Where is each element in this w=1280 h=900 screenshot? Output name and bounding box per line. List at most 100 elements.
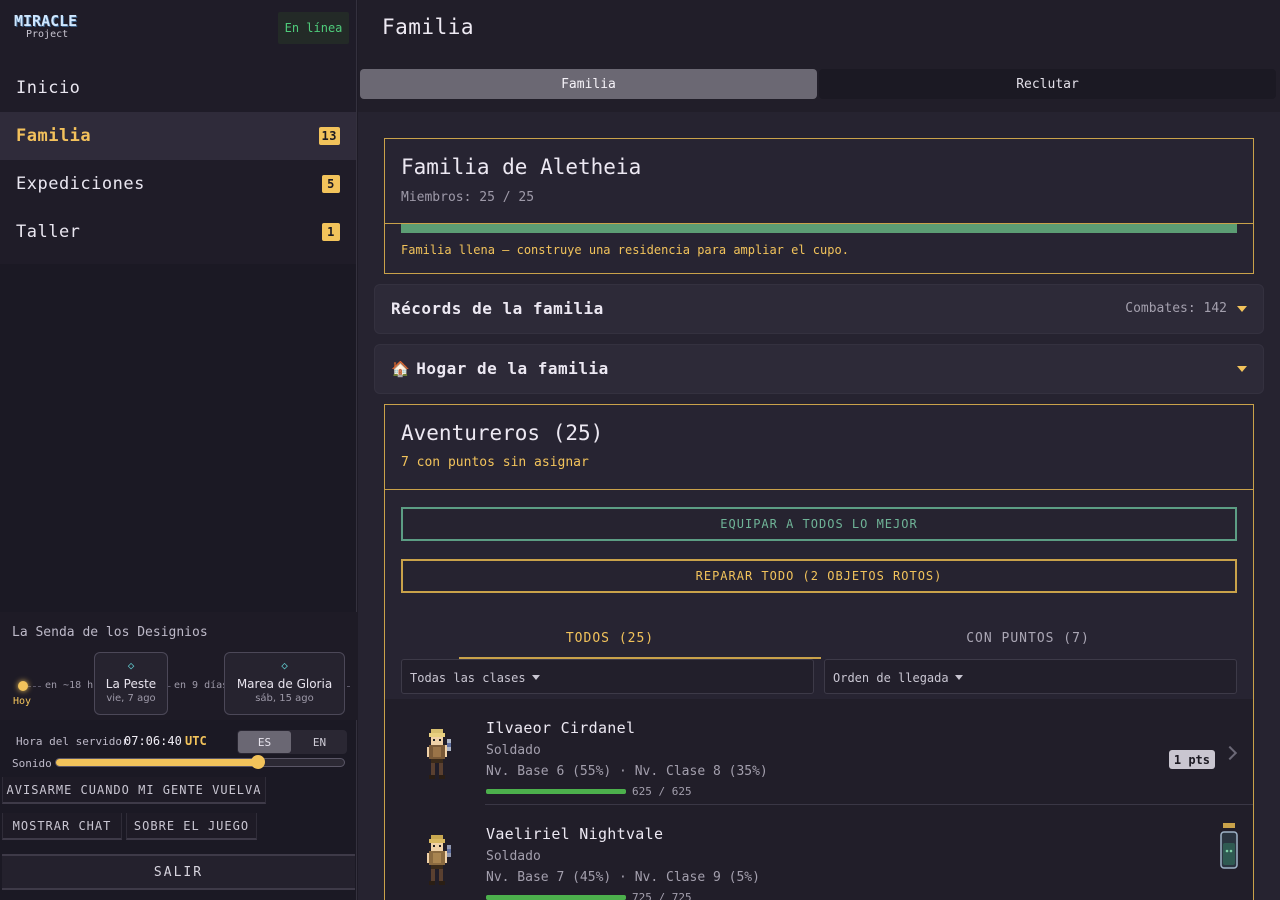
equip-all-best-button[interactable]: EQUIPAR A TODOS LO MEJOR [401, 507, 1237, 541]
today-marker-icon [18, 681, 28, 691]
tab-todos[interactable]: TODOS (25) [401, 617, 821, 659]
diamond-icon: ◇ [127, 659, 135, 672]
sort-order-select[interactable]: Orden de llegada [824, 659, 1237, 694]
tab-reclutar[interactable]: Reclutar [819, 69, 1276, 99]
show-chat-button[interactable]: MOSTRAR CHAT [2, 813, 122, 840]
family-capacity-bar-fill [401, 224, 1237, 233]
hp-bar-fill [486, 789, 626, 794]
soldier-sprite-icon [427, 835, 451, 885]
combat-count: Combates: 142 [1125, 301, 1227, 316]
language-toggle: ES EN [237, 730, 347, 754]
chevron-right-icon[interactable] [1222, 745, 1238, 761]
hp-bar [486, 789, 626, 794]
adventurer-class: Soldado [486, 849, 541, 864]
diamond-icon: ◇ [281, 659, 288, 672]
volume-slider-knob[interactable] [251, 755, 265, 769]
adventurers-title: Aventureros (25) [401, 421, 604, 445]
nav-item-label: Inicio [16, 78, 81, 98]
family-summary-card: Familia de Aletheia Miembros: 25 / 25 Fa… [384, 138, 1254, 274]
adventurer-levels: Nv. Base 7 (45%) · Nv. Clase 9 (5%) [486, 870, 760, 885]
nav-count-badge: 1 [322, 223, 340, 241]
sidebar: MIRACLE Project En línea Inicio Familia … [0, 0, 357, 900]
about-game-button[interactable]: SOBRE EL JUEGO [126, 813, 257, 840]
nav-item-label: Familia [16, 126, 92, 146]
tab-familia[interactable]: Familia [360, 69, 817, 99]
hp-text: 725 / 725 [632, 891, 692, 900]
event-name: Marea de Gloria [236, 677, 333, 691]
class-filter-select[interactable]: Todas las clases [401, 659, 814, 694]
nav-spacer [0, 256, 356, 264]
event-name: La Peste [105, 677, 157, 691]
volume-slider-fill [56, 759, 258, 766]
hp-bar-fill [486, 895, 626, 900]
adventurer-row[interactable]: Ilvaeor Cirdanel Soldado Nv. Base 6 (55%… [385, 699, 1253, 805]
lang-option-en[interactable]: EN [293, 731, 346, 753]
nav-count-badge: 13 [318, 127, 340, 145]
nav-item-label: Expediciones [16, 174, 145, 194]
caret-down-icon [1237, 306, 1247, 312]
nav-count-badge: 5 [322, 175, 340, 193]
adventurers-card: Aventureros (25) 7 con puntos sin asigna… [384, 404, 1254, 900]
family-name: Familia de Aletheia [401, 155, 642, 179]
class-filter-value: Todas las clases [410, 671, 526, 685]
logout-button[interactable]: SALIR [2, 854, 355, 890]
today-label: Hoy [13, 696, 32, 707]
adventurer-name: Ilvaeor Cirdanel [486, 719, 636, 737]
server-time-label: Hora del servidor [16, 735, 129, 748]
family-capacity-bar [401, 224, 1237, 233]
caret-down-icon [531, 675, 540, 680]
points-badge: 1 pts [1168, 750, 1215, 769]
event-card-marea-de-gloria[interactable]: ◇ Marea de Gloria sáb, 15 ago [224, 652, 345, 715]
event-date: vie, 7 ago [106, 693, 156, 704]
family-full-note: Familia llena — construye una residencia… [401, 243, 849, 257]
game-logo[interactable]: MIRACLE Project [14, 13, 84, 43]
top-tabs: Familia Reclutar [360, 69, 1280, 99]
sound-row: Sonido [0, 754, 357, 774]
brand-header: MIRACLE Project En línea [0, 0, 356, 56]
nav-item-label: Taller [16, 222, 81, 242]
timeline-gap-label: en ~18 h [43, 680, 96, 691]
volume-slider[interactable] [55, 758, 345, 767]
home-accordion[interactable]: 🏠 Hogar de la familia [374, 344, 1264, 394]
repair-all-button[interactable]: REPARAR TODO (2 OBJETOS ROTOS) [401, 559, 1237, 593]
family-member-count: Miembros: 25 / 25 [401, 190, 535, 205]
records-accordion[interactable]: Récords de la familia Combates: 142 [374, 284, 1264, 334]
house-icon: 🏠 [391, 360, 411, 378]
hp-bar [486, 895, 626, 900]
adventurer-class: Soldado [486, 743, 541, 758]
nav-item-familia[interactable]: Familia 13 [0, 112, 356, 160]
sound-label: Sonido [12, 757, 52, 770]
adventurer-filter-tabs: TODOS (25) CON PUNTOS (7) [401, 617, 1237, 659]
divider [385, 489, 1253, 490]
timeline-gap-label: en 9 días [172, 680, 231, 691]
caret-down-icon [954, 675, 963, 680]
nav-item-inicio[interactable]: Inicio [0, 64, 356, 112]
adventurer-list: Ilvaeor Cirdanel Soldado Nv. Base 6 (55%… [385, 699, 1253, 900]
event-date: sáb, 15 ago [255, 693, 314, 704]
soldier-sprite-icon [427, 729, 451, 779]
potion-icon[interactable] [1218, 823, 1240, 869]
tab-con-puntos[interactable]: CON PUNTOS (7) [819, 617, 1237, 659]
designios-title: La Senda de los Designios [12, 625, 208, 640]
hp-text: 625 / 625 [632, 785, 692, 798]
server-timezone: UTC [185, 734, 207, 748]
home-title: Hogar de la familia [416, 359, 609, 378]
designios-timeline-panel: La Senda de los Designios Hoy en ~18 h ◇… [0, 612, 357, 720]
main-nav: Inicio Familia 13 Expediciones 5 Taller … [0, 56, 356, 264]
caret-down-icon [1237, 366, 1247, 372]
server-time-row: Hora del servidor 07:06:40 UTC ES EN [0, 728, 357, 754]
event-card-la-peste[interactable]: ◇ La Peste vie, 7 ago [94, 652, 168, 715]
event-timeline: Hoy en ~18 h ◇ La Peste vie, 7 ago en 9 … [8, 652, 350, 716]
adventurer-row[interactable]: Vaeliriel Nightvale Soldado Nv. Base 7 (… [385, 805, 1253, 900]
records-title: Récords de la familia [391, 299, 604, 318]
adventurer-levels: Nv. Base 6 (55%) · Nv. Clase 8 (35%) [486, 764, 768, 779]
nav-item-expediciones[interactable]: Expediciones 5 [0, 160, 356, 208]
sort-order-value: Orden de llegada [833, 671, 949, 685]
lang-option-es[interactable]: ES [238, 731, 291, 753]
main-panel: Familia Familia Reclutar Familia de Alet… [358, 0, 1280, 900]
nav-item-taller[interactable]: Taller 1 [0, 208, 356, 256]
page-title: Familia [382, 15, 475, 39]
notify-return-button[interactable]: AVISARME CUANDO MI GENTE VUELVA [2, 777, 266, 804]
logo-title: MIRACLE [14, 12, 78, 30]
server-time-value: 07:06:40 [124, 734, 182, 748]
